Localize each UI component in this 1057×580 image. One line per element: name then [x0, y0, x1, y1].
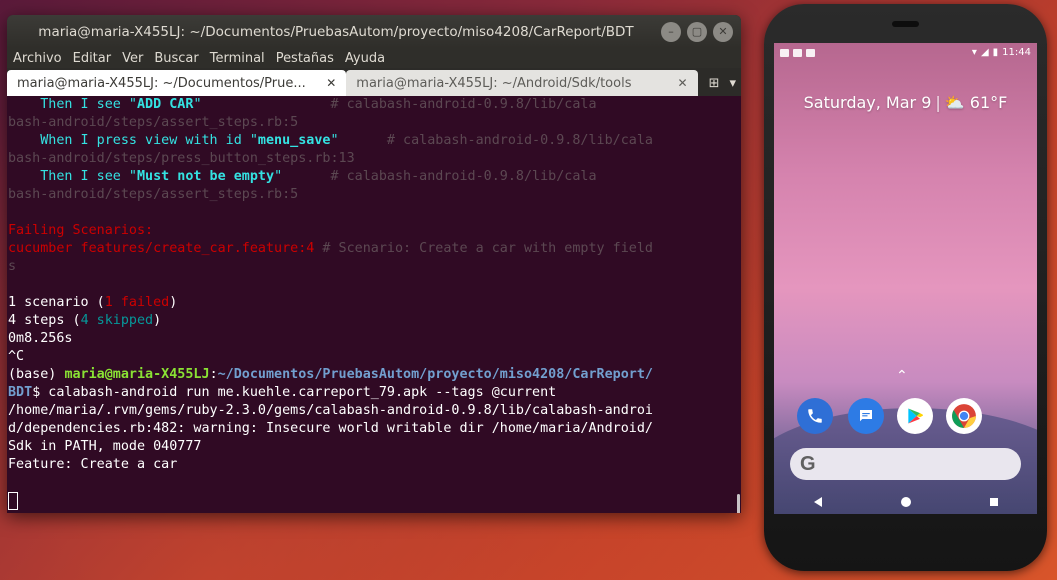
step-text: "	[193, 97, 202, 112]
google-search-bar[interactable]: G	[790, 448, 1021, 480]
step-comment: # calabash-android-0.9.8/lib/cala	[338, 133, 653, 148]
output-line: /home/maria/.rvm/gems/ruby-2.3.0/gems/ca…	[8, 403, 653, 418]
play-store-icon[interactable]	[897, 398, 933, 434]
phone-screen[interactable]: ▾ ◢ ▮ 11:44 Saturday, Mar 9 | ⛅ 61°F ⌃ G	[774, 43, 1037, 514]
separator: |	[935, 93, 941, 112]
step-text: "	[330, 133, 339, 148]
tab-label: maria@maria-X455LJ: ~/Documentos/Prue...	[17, 75, 306, 91]
signal-icon: ◢	[980, 47, 989, 58]
summary-text: )	[153, 313, 162, 328]
prompt-path: ~/Documentos/PruebasAutom/proyecto/miso4…	[217, 367, 653, 382]
step-text: Then I see "	[8, 169, 137, 184]
tab-bar: maria@maria-X455LJ: ~/Documentos/Prue...…	[7, 68, 741, 96]
summary-text: 4 steps (	[8, 313, 81, 328]
step-text: Then I see "	[8, 97, 137, 112]
summary-text: 1 scenario (	[8, 295, 105, 310]
step-location: bash-android/steps/assert_steps.rb:5	[8, 187, 299, 202]
chrome-icon[interactable]	[946, 398, 982, 434]
window-title: maria@maria-X455LJ: ~/Documentos/Pruebas…	[38, 23, 634, 40]
app-drawer-chevron-up-icon[interactable]: ⌃	[896, 368, 908, 384]
prompt-colon: :	[209, 367, 218, 382]
google-g-icon: G	[800, 452, 816, 475]
notification-icon	[793, 48, 802, 57]
menu-archivo[interactable]: Archivo	[13, 51, 62, 66]
output-line: d/dependencies.rb:482: warning: Insecure…	[8, 421, 653, 436]
speaker-grille	[892, 21, 919, 27]
tab-label: maria@maria-X455LJ: ~/Android/Sdk/tools	[356, 75, 632, 91]
menu-buscar[interactable]: Buscar	[154, 51, 198, 66]
skipped-count: 4 skipped	[80, 313, 154, 328]
battery-icon: ▮	[992, 47, 999, 58]
failing-scenario-comment-wrap: s	[8, 259, 17, 274]
weather-icon: ⛅	[944, 93, 965, 112]
status-bar: ▾ ◢ ▮ 11:44	[774, 43, 1037, 62]
dock	[774, 398, 1037, 438]
date-text: Saturday, Mar 9	[803, 93, 932, 112]
tab-documentos[interactable]: maria@maria-X455LJ: ~/Documentos/Prue...…	[7, 70, 347, 96]
terminal-titlebar[interactable]: maria@maria-X455LJ: ~/Documentos/Pruebas…	[7, 15, 741, 48]
step-location: bash-android/steps/assert_steps.rb:5	[8, 115, 299, 130]
tab-close-icon[interactable]: ✕	[678, 76, 688, 90]
home-icon[interactable]	[900, 496, 911, 507]
conda-env: (base)	[8, 367, 65, 382]
step-arg: menu_save	[257, 133, 331, 148]
failing-scenarios-heading: Failing Scenarios:	[8, 223, 154, 238]
scrollbar[interactable]	[737, 494, 740, 513]
duration: 0m8.256s	[8, 331, 73, 346]
menu-pestanas[interactable]: Pestañas	[276, 51, 334, 66]
phone-icon[interactable]	[797, 398, 833, 434]
terminal-window: maria@maria-X455LJ: ~/Documentos/Pruebas…	[7, 15, 741, 513]
failed-count: 1 failed	[104, 295, 170, 310]
recents-icon[interactable]	[989, 497, 998, 506]
date-widget[interactable]: Saturday, Mar 9 | ⛅ 61°F	[774, 93, 1037, 112]
weather-temp: 61°F	[969, 93, 1008, 112]
command: $ calabash-android run me.kuehle.carrepo…	[32, 385, 557, 400]
text-cursor	[8, 492, 18, 510]
close-button[interactable]: ✕	[713, 21, 733, 42]
back-icon[interactable]	[813, 496, 822, 507]
interrupt: ^C	[8, 349, 25, 364]
feature-line: Feature: Create a car	[8, 457, 178, 472]
notification-icon	[780, 48, 789, 57]
step-arg: Must not be empty	[137, 169, 275, 184]
maximize-button[interactable]: ▢	[687, 21, 707, 42]
failing-scenario-comment: # Scenario: Create a car with empty fiel…	[314, 241, 653, 256]
new-tab-icon[interactable]: ⊞	[709, 76, 720, 91]
failing-scenario-path: cucumber features/create_car.feature:4	[8, 241, 315, 256]
android-emulator: ▾ ◢ ▮ 11:44 Saturday, Mar 9 | ⛅ 61°F ⌃ G	[764, 4, 1047, 571]
tab-sdk-tools[interactable]: maria@maria-X455LJ: ~/Android/Sdk/tools …	[346, 70, 698, 96]
menu-ayuda[interactable]: Ayuda	[345, 51, 385, 66]
step-comment: # calabash-android-0.9.8/lib/cala	[201, 97, 597, 112]
menu-bar: Archivo Editar Ver Buscar Terminal Pesta…	[7, 48, 741, 68]
prompt-user-host: maria@maria-X455LJ	[64, 367, 210, 382]
navigation-bar	[774, 489, 1037, 514]
menu-ver[interactable]: Ver	[122, 51, 143, 66]
wifi-icon: ▾	[971, 47, 977, 58]
messages-icon[interactable]	[848, 398, 884, 434]
tab-menu-chevron-down-icon[interactable]: ▾	[729, 76, 736, 91]
minimize-button[interactable]: –	[661, 21, 681, 42]
terminal-output[interactable]: Then I see "ADD CAR" # calabash-android-…	[7, 96, 741, 513]
step-text: When I press view with id "	[8, 133, 258, 148]
sd-card-icon	[806, 48, 815, 57]
step-location: bash-android/steps/press_button_steps.rb…	[8, 151, 355, 166]
step-comment: # calabash-android-0.9.8/lib/cala	[282, 169, 597, 184]
output-line: Sdk in PATH, mode 040777	[8, 439, 202, 454]
status-time: 11:44	[1002, 47, 1031, 58]
tab-close-icon[interactable]: ✕	[326, 76, 336, 90]
menu-terminal[interactable]: Terminal	[210, 51, 265, 66]
step-arg: ADD CAR	[137, 97, 194, 112]
prompt-path-wrap: BDT	[8, 385, 33, 400]
menu-editar[interactable]: Editar	[73, 51, 112, 66]
step-text: "	[274, 169, 283, 184]
summary-text: )	[169, 295, 178, 310]
